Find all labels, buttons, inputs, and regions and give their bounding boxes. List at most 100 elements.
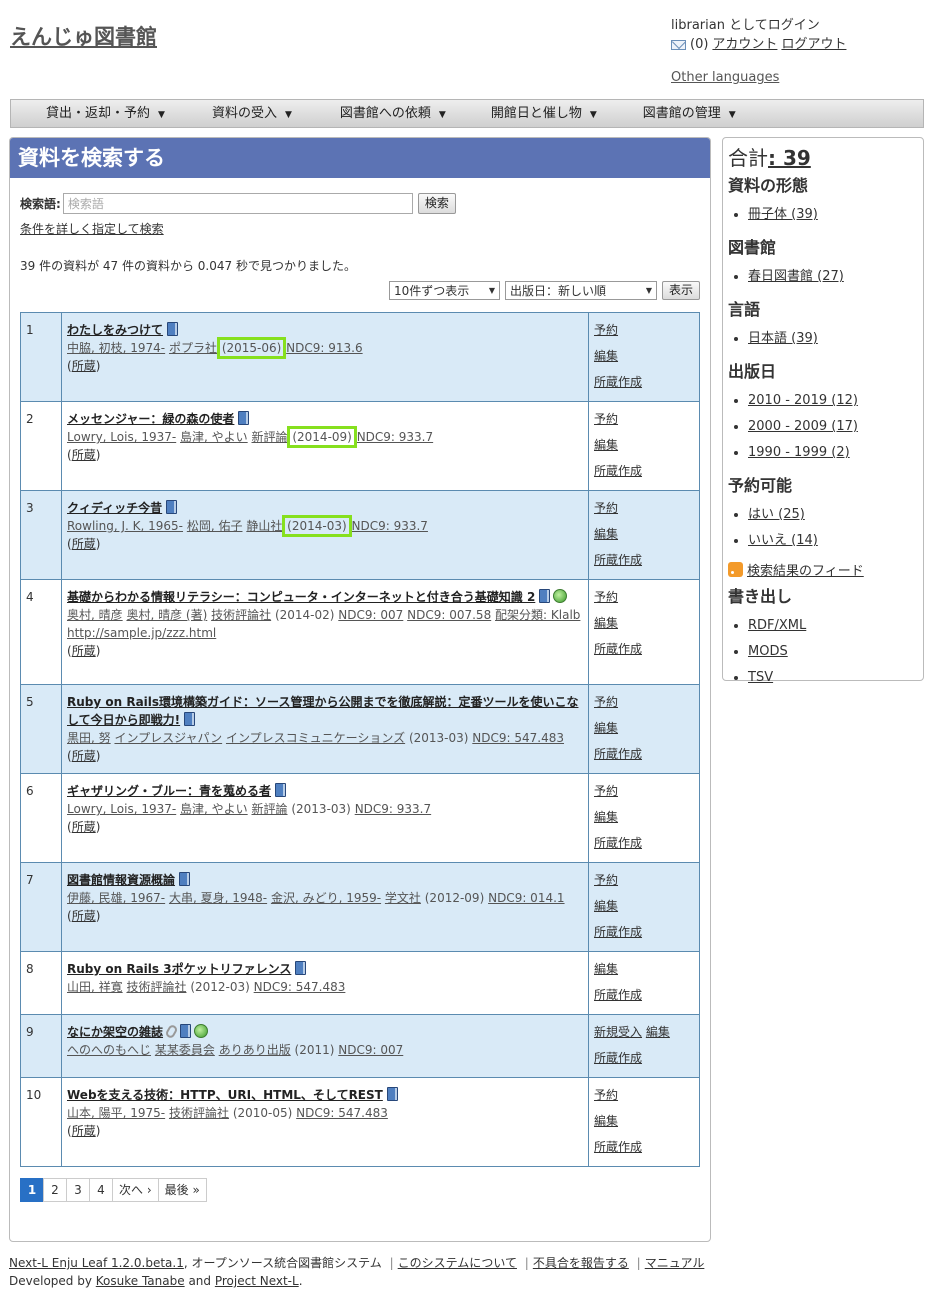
facet-link[interactable]: 日本語 (39)	[748, 331, 818, 346]
meta-link[interactable]: ポプラ社	[169, 341, 217, 355]
action-link[interactable]: 所蔵作成	[594, 369, 694, 395]
holding-link[interactable]: 所蔵	[72, 448, 96, 462]
last-page-link[interactable]: 最後 »	[157, 1178, 207, 1202]
meta-link[interactable]: 金沢, みどり, 1959-	[271, 891, 381, 905]
meta-link[interactable]: 奥村, 晴彦	[67, 608, 123, 622]
action-link[interactable]: 所蔵作成	[594, 458, 694, 484]
facet-link[interactable]: はい (25)	[748, 507, 805, 522]
meta-link[interactable]: 静山社	[246, 519, 282, 533]
meta-link[interactable]: Lowry, Lois, 1937-	[67, 802, 176, 816]
logout-link[interactable]: ログアウト	[781, 35, 846, 54]
export-tsv-link[interactable]: TSV	[748, 670, 773, 685]
holding-link[interactable]: 所蔵	[72, 909, 96, 923]
meta-link[interactable]: NDC9: 933.7	[357, 430, 433, 444]
holding-link[interactable]: 所蔵	[72, 1124, 96, 1138]
action-link[interactable]: 所蔵作成	[594, 547, 694, 573]
action-link[interactable]: 予約	[594, 689, 694, 715]
item-title-link[interactable]: クィディッチ今昔	[67, 501, 162, 515]
facet-link[interactable]: 1990 - 1999 (2)	[748, 445, 850, 460]
action-link[interactable]: 所蔵作成	[594, 1045, 694, 1071]
bug-report-link[interactable]: 不具合を報告する	[533, 1256, 629, 1270]
meta-link[interactable]: Lowry, Lois, 1937-	[67, 430, 176, 444]
meta-link[interactable]: 新評論	[252, 802, 288, 816]
item-title-link[interactable]: メッセンジャー：緑の森の使者	[67, 412, 234, 426]
action-link[interactable]: 予約	[594, 406, 694, 432]
action-link[interactable]: 新規受入	[594, 1025, 642, 1039]
page-link-2[interactable]: 2	[43, 1178, 67, 1202]
action-link[interactable]: 所蔵作成	[594, 741, 694, 767]
item-title-link[interactable]: Webを支える技術：HTTP、URI、HTML、そしてREST	[67, 1088, 383, 1102]
next-page-link[interactable]: 次へ ›	[112, 1178, 159, 1202]
per-page-select[interactable]: 10件ずつ表示 ▼	[388, 281, 500, 300]
action-link[interactable]: 予約	[594, 317, 694, 343]
meta-link[interactable]: インプレスコミュニケーションズ	[226, 731, 405, 745]
item-title-link[interactable]: ギャザリング・ブルー：青を蒐める者	[67, 784, 271, 798]
meta-link[interactable]: NDC9: 014.1	[488, 891, 564, 905]
item-title-link[interactable]: Ruby on Rails 3ポケットリファレンス	[67, 962, 291, 976]
search-input[interactable]	[62, 193, 413, 214]
export-mods-link[interactable]: MODS	[748, 644, 788, 659]
meta-link[interactable]: http://sample.jp/zzz.html	[67, 626, 216, 640]
holding-link[interactable]: 所蔵	[72, 359, 96, 373]
action-link[interactable]: 予約	[594, 867, 694, 893]
project-link[interactable]: Project Next-L	[215, 1274, 299, 1288]
page-link-3[interactable]: 3	[66, 1178, 90, 1202]
meta-link[interactable]: NDC9: 933.7	[352, 519, 428, 533]
meta-link[interactable]: へのへのもへじ	[67, 1043, 151, 1057]
holding-link[interactable]: 所蔵	[72, 644, 96, 658]
show-button[interactable]: 表示	[661, 281, 700, 300]
nav-admin[interactable]: 図書館の管理 ▼	[597, 100, 736, 127]
total-value[interactable]: : 39	[768, 146, 811, 170]
action-link[interactable]: 所蔵作成	[594, 636, 694, 662]
meta-link[interactable]: 山田, 祥寛	[67, 980, 123, 994]
site-title[interactable]: えんじゅ図書館	[10, 21, 157, 51]
facet-link[interactable]: いいえ (14)	[748, 533, 818, 548]
meta-link[interactable]: NDC9: 913.6	[286, 341, 362, 355]
meta-link[interactable]: NDC9: 547.483	[254, 980, 346, 994]
manual-link[interactable]: マニュアル	[645, 1256, 705, 1270]
export-rdf-link[interactable]: RDF/XML	[748, 618, 806, 633]
meta-link[interactable]: NDC9: 007	[338, 1043, 403, 1057]
feed-link[interactable]: 検索結果のフィード	[747, 560, 864, 579]
action-link[interactable]: 予約	[594, 1082, 694, 1108]
facet-link[interactable]: 2010 - 2019 (12)	[748, 393, 858, 408]
meta-link[interactable]: 松岡, 佑子	[187, 519, 243, 533]
meta-link[interactable]: 技術評論社	[211, 608, 271, 622]
meta-link[interactable]: 島津, やよい	[180, 802, 248, 816]
action-link[interactable]: 編集	[594, 956, 694, 982]
meta-link[interactable]: 某某委員会	[155, 1043, 215, 1057]
action-link[interactable]: 所蔵作成	[594, 982, 694, 1008]
meta-link[interactable]: NDC9: 933.7	[355, 802, 431, 816]
action-link[interactable]: 編集	[594, 715, 694, 741]
meta-link[interactable]: インプレスジャパン	[114, 731, 222, 745]
page-link-1[interactable]: 1	[20, 1178, 44, 1202]
meta-link[interactable]: 新評論	[252, 430, 288, 444]
action-link[interactable]: 予約	[594, 584, 694, 610]
action-link[interactable]: 編集	[594, 610, 694, 636]
author-link[interactable]: Kosuke Tanabe	[96, 1274, 185, 1288]
action-link[interactable]: 所蔵作成	[594, 919, 694, 945]
nav-circulation[interactable]: 貸出・返却・予約 ▼	[11, 100, 165, 127]
meta-link[interactable]: 技術評論社	[169, 1106, 229, 1120]
holding-link[interactable]: 所蔵	[72, 749, 96, 763]
meta-link[interactable]: 中脇, 初枝, 1974-	[67, 341, 165, 355]
product-link[interactable]: Next-L Enju Leaf 1.2.0.beta.1	[9, 1256, 184, 1270]
action-link[interactable]: 予約	[594, 495, 694, 521]
facet-link[interactable]: 春日図書館 (27)	[748, 269, 844, 284]
meta-link[interactable]: NDC9: 547.483	[472, 731, 564, 745]
action-link[interactable]: 所蔵作成	[594, 830, 694, 856]
holding-link[interactable]: 所蔵	[72, 820, 96, 834]
meta-link[interactable]: NDC9: 547.483	[296, 1106, 388, 1120]
item-title-link[interactable]: わたしをみつけて	[67, 323, 163, 337]
item-title-link[interactable]: なにか架空の雑誌	[67, 1025, 163, 1039]
facet-link[interactable]: 冊子体 (39)	[748, 207, 818, 222]
nav-requests[interactable]: 図書館への依頼 ▼	[292, 100, 446, 127]
other-languages-link[interactable]: Other languages	[671, 70, 779, 85]
action-link[interactable]: 編集	[594, 343, 694, 369]
action-link[interactable]: 所蔵作成	[594, 1134, 694, 1160]
action-link[interactable]: 編集	[594, 893, 694, 919]
rss-feed-icon[interactable]	[728, 562, 743, 577]
nav-acquisition[interactable]: 資料の受入 ▼	[165, 100, 292, 127]
account-link[interactable]: アカウント	[712, 35, 777, 54]
meta-link[interactable]: 技術評論社	[126, 980, 186, 994]
